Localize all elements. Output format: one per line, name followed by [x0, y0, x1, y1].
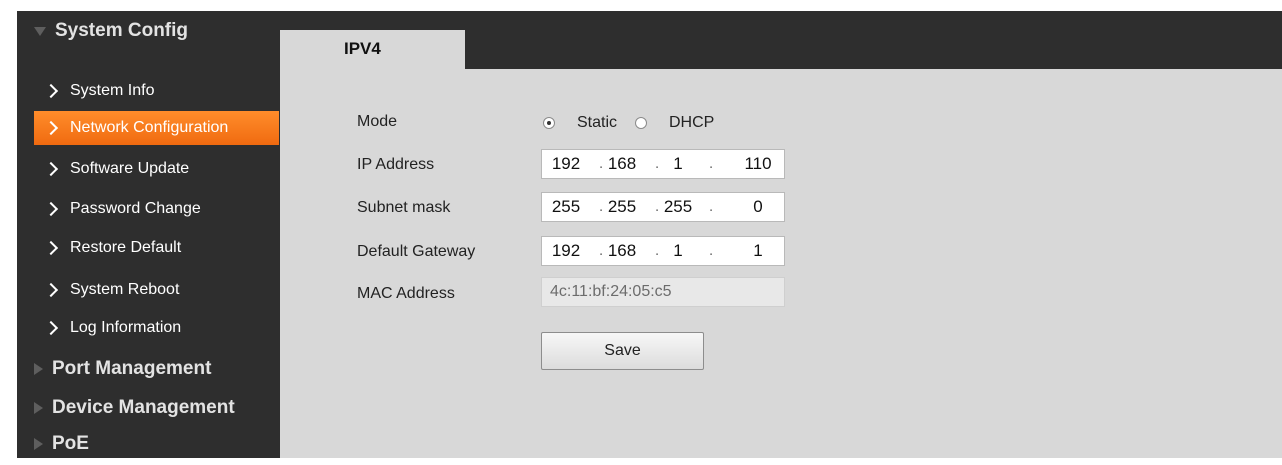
subnet-octet-4[interactable]: 0 — [738, 197, 778, 217]
sidebar-item-label: Network Configuration — [70, 119, 229, 136]
sidebar-section-device-management[interactable]: Device Management — [17, 390, 279, 426]
octet-separator: . — [709, 155, 714, 172]
triangle-right-icon — [34, 438, 43, 450]
chevron-right-icon — [43, 161, 59, 177]
save-button[interactable]: Save — [541, 332, 704, 370]
sidebar-section-label: PoE — [52, 433, 89, 454]
radio-static-label: Static — [577, 114, 618, 131]
sidebar-item-restore-default[interactable]: Restore Default — [17, 231, 279, 265]
ip-octet-3[interactable]: 1 — [658, 154, 698, 174]
sidebar-item-log-information[interactable]: Log Information — [17, 311, 279, 345]
triangle-right-icon — [34, 402, 43, 414]
octet-separator: . — [709, 242, 714, 259]
sidebar-item-label: Software Update — [70, 160, 190, 177]
ip-octet-1[interactable]: 192 — [546, 154, 586, 174]
sidebar-item-label: Restore Default — [70, 239, 182, 256]
subnet-octet-1[interactable]: 255 — [546, 197, 586, 217]
ip-address-input[interactable]: 192 . 168 . 1 . 110 — [541, 149, 785, 179]
sidebar-item-system-reboot[interactable]: System Reboot — [17, 273, 279, 307]
sidebar-section-poe[interactable]: PoE — [17, 426, 279, 462]
subnet-mask-label: Subnet mask — [357, 199, 451, 216]
triangle-right-icon — [34, 363, 43, 375]
mode-label: Mode — [357, 113, 398, 130]
sidebar-section-label: Device Management — [52, 397, 235, 418]
sidebar-item-system-info[interactable]: System Info — [17, 74, 279, 108]
ip-octet-4[interactable]: 110 — [738, 154, 778, 174]
sidebar-section-label: Port Management — [52, 358, 212, 379]
sidebar-item-password-change[interactable]: Password Change — [17, 192, 279, 226]
mac-address-label: MAC Address — [357, 285, 455, 302]
ip-address-label: IP Address — [357, 156, 435, 173]
subnet-octet-3[interactable]: 255 — [658, 197, 698, 217]
gateway-octet-3[interactable]: 1 — [658, 241, 698, 261]
chevron-right-icon — [43, 201, 59, 217]
subnet-octet-2[interactable]: 255 — [602, 197, 642, 217]
radio-dhcp[interactable] — [635, 117, 647, 129]
chevron-right-icon — [43, 240, 59, 256]
sidebar-item-label: System Info — [70, 82, 155, 99]
sidebar-section-port-management[interactable]: Port Management — [17, 351, 279, 387]
sidebar-section-system-config[interactable]: System Config — [17, 13, 279, 49]
chevron-right-icon — [43, 282, 59, 298]
radio-dhcp-label: DHCP — [669, 114, 715, 131]
sidebar-item-label: System Reboot — [70, 281, 180, 298]
octet-separator: . — [709, 198, 714, 215]
default-gateway-input[interactable]: 192 . 168 . 1 . 1 — [541, 236, 785, 266]
subnet-mask-input[interactable]: 255 . 255 . 255 . 0 — [541, 192, 785, 222]
sidebar-item-network-configuration[interactable]: Network Configuration — [34, 111, 279, 145]
sidebar-item-label: Password Change — [70, 200, 201, 217]
radio-static[interactable] — [543, 117, 555, 129]
tab-label: IPV4 — [344, 39, 381, 58]
gateway-octet-2[interactable]: 168 — [602, 241, 642, 261]
sidebar: System Config System Info Network Config… — [17, 11, 279, 458]
triangle-down-icon — [34, 26, 46, 36]
tab-ipv4[interactable]: IPV4 — [280, 30, 465, 69]
chevron-right-icon — [43, 320, 59, 336]
sidebar-item-label: Log Information — [70, 319, 182, 336]
chevron-right-icon — [43, 83, 59, 99]
mac-address-field: 4c:11:bf:24:05:c5 — [541, 277, 785, 307]
gateway-octet-4[interactable]: 1 — [738, 241, 778, 261]
sidebar-section-label: System Config — [55, 20, 189, 41]
sidebar-item-software-update[interactable]: Software Update — [17, 152, 279, 186]
ip-octet-2[interactable]: 168 — [602, 154, 642, 174]
chevron-right-icon — [43, 120, 59, 136]
gateway-octet-1[interactable]: 192 — [546, 241, 586, 261]
default-gateway-label: Default Gateway — [357, 243, 476, 260]
